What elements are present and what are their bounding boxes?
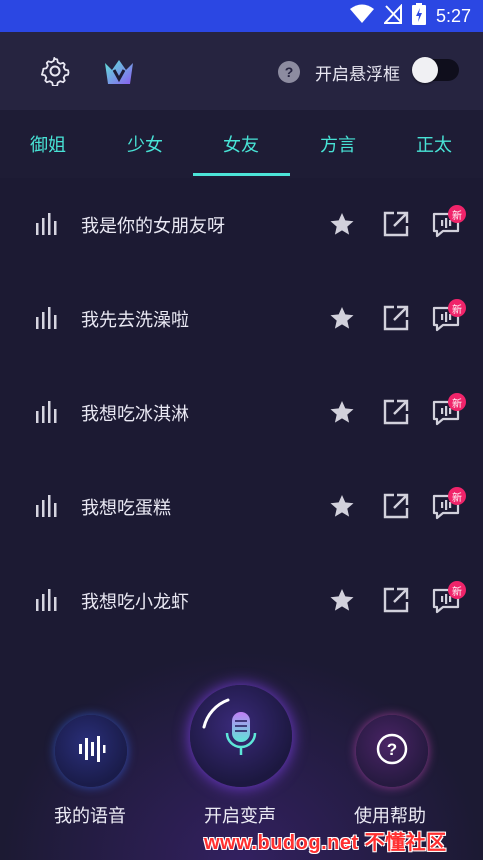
tab-yujie[interactable]: 御姐 <box>0 110 96 178</box>
favorite-star-icon[interactable] <box>329 212 355 240</box>
help-label: 使用帮助 <box>354 806 426 827</box>
help-question-icon[interactable]: ? <box>278 61 300 83</box>
share-icon[interactable] <box>383 211 409 241</box>
list-item[interactable]: 我想吃冰淇淋 新 <box>0 366 483 460</box>
svg-text:?: ? <box>387 740 397 759</box>
share-icon[interactable] <box>383 587 409 617</box>
new-badge: 新 <box>448 393 466 411</box>
voice-title: 我想吃冰淇淋 <box>81 404 189 425</box>
vip-crown-icon[interactable] <box>103 57 135 87</box>
float-window-label: 开启悬浮框 <box>315 65 400 85</box>
tab-zhengtai[interactable]: 正太 <box>386 110 482 178</box>
waveform-icon <box>76 734 106 768</box>
question-circle-icon: ? <box>376 733 408 769</box>
audio-bars-icon <box>36 589 58 617</box>
new-badge: 新 <box>448 487 466 505</box>
share-icon[interactable] <box>383 305 409 335</box>
list-item[interactable]: 我是你的女朋友呀 新 <box>0 178 483 272</box>
voice-title: 我是你的女朋友呀 <box>81 216 225 237</box>
status-bar: 5:27 <box>0 0 483 32</box>
my-voice-label: 我的语音 <box>54 806 126 827</box>
voice-title: 我先去洗澡啦 <box>81 310 189 331</box>
audio-bars-icon <box>36 307 58 335</box>
help-button[interactable]: ? <box>356 715 428 787</box>
list-item[interactable]: 我想吃小龙虾 新 <box>0 554 483 648</box>
tab-nvyou[interactable]: 女友 <box>193 110 289 178</box>
progress-arc-icon <box>202 698 230 729</box>
voice-title: 我想吃蛋糕 <box>81 498 171 519</box>
toggle-knob <box>412 57 438 83</box>
favorite-star-icon[interactable] <box>329 588 355 616</box>
wifi-icon <box>349 4 374 28</box>
audio-bars-icon <box>36 213 58 241</box>
new-badge: 新 <box>448 581 466 599</box>
watermark: www.budog.net 不懂社区 <box>204 832 447 854</box>
share-icon[interactable] <box>383 493 409 523</box>
float-window-toggle[interactable] <box>412 57 459 83</box>
share-icon[interactable] <box>383 399 409 429</box>
selected-tab-indicator <box>193 173 290 176</box>
new-badge: 新 <box>448 299 466 317</box>
favorite-star-icon[interactable] <box>329 306 355 334</box>
start-voice-change-button[interactable] <box>190 685 292 787</box>
my-voice-button[interactable] <box>55 715 127 787</box>
svg-text:?: ? <box>285 64 294 80</box>
category-tabs: 御姐 少女 女友 方言 正太 <box>0 110 483 178</box>
audio-bars-icon <box>36 401 58 429</box>
list-item[interactable]: 我想吃蛋糕 新 <box>0 460 483 554</box>
top-bar <box>0 32 483 110</box>
start-voice-change-label: 开启变声 <box>204 806 276 827</box>
tab-shaonv[interactable]: 少女 <box>97 110 193 178</box>
favorite-star-icon[interactable] <box>329 400 355 428</box>
settings-gear-icon[interactable] <box>40 56 70 86</box>
favorite-star-icon[interactable] <box>329 494 355 522</box>
status-time: 5:27 <box>435 5 471 26</box>
tab-fangyan[interactable]: 方言 <box>290 110 386 178</box>
voice-title: 我想吃小龙虾 <box>81 592 189 613</box>
audio-bars-icon <box>36 495 58 523</box>
list-item[interactable]: 我先去洗澡啦 新 <box>0 272 483 366</box>
no-signal-icon <box>382 3 402 28</box>
battery-charging-icon <box>411 3 426 29</box>
new-badge: 新 <box>448 205 466 223</box>
